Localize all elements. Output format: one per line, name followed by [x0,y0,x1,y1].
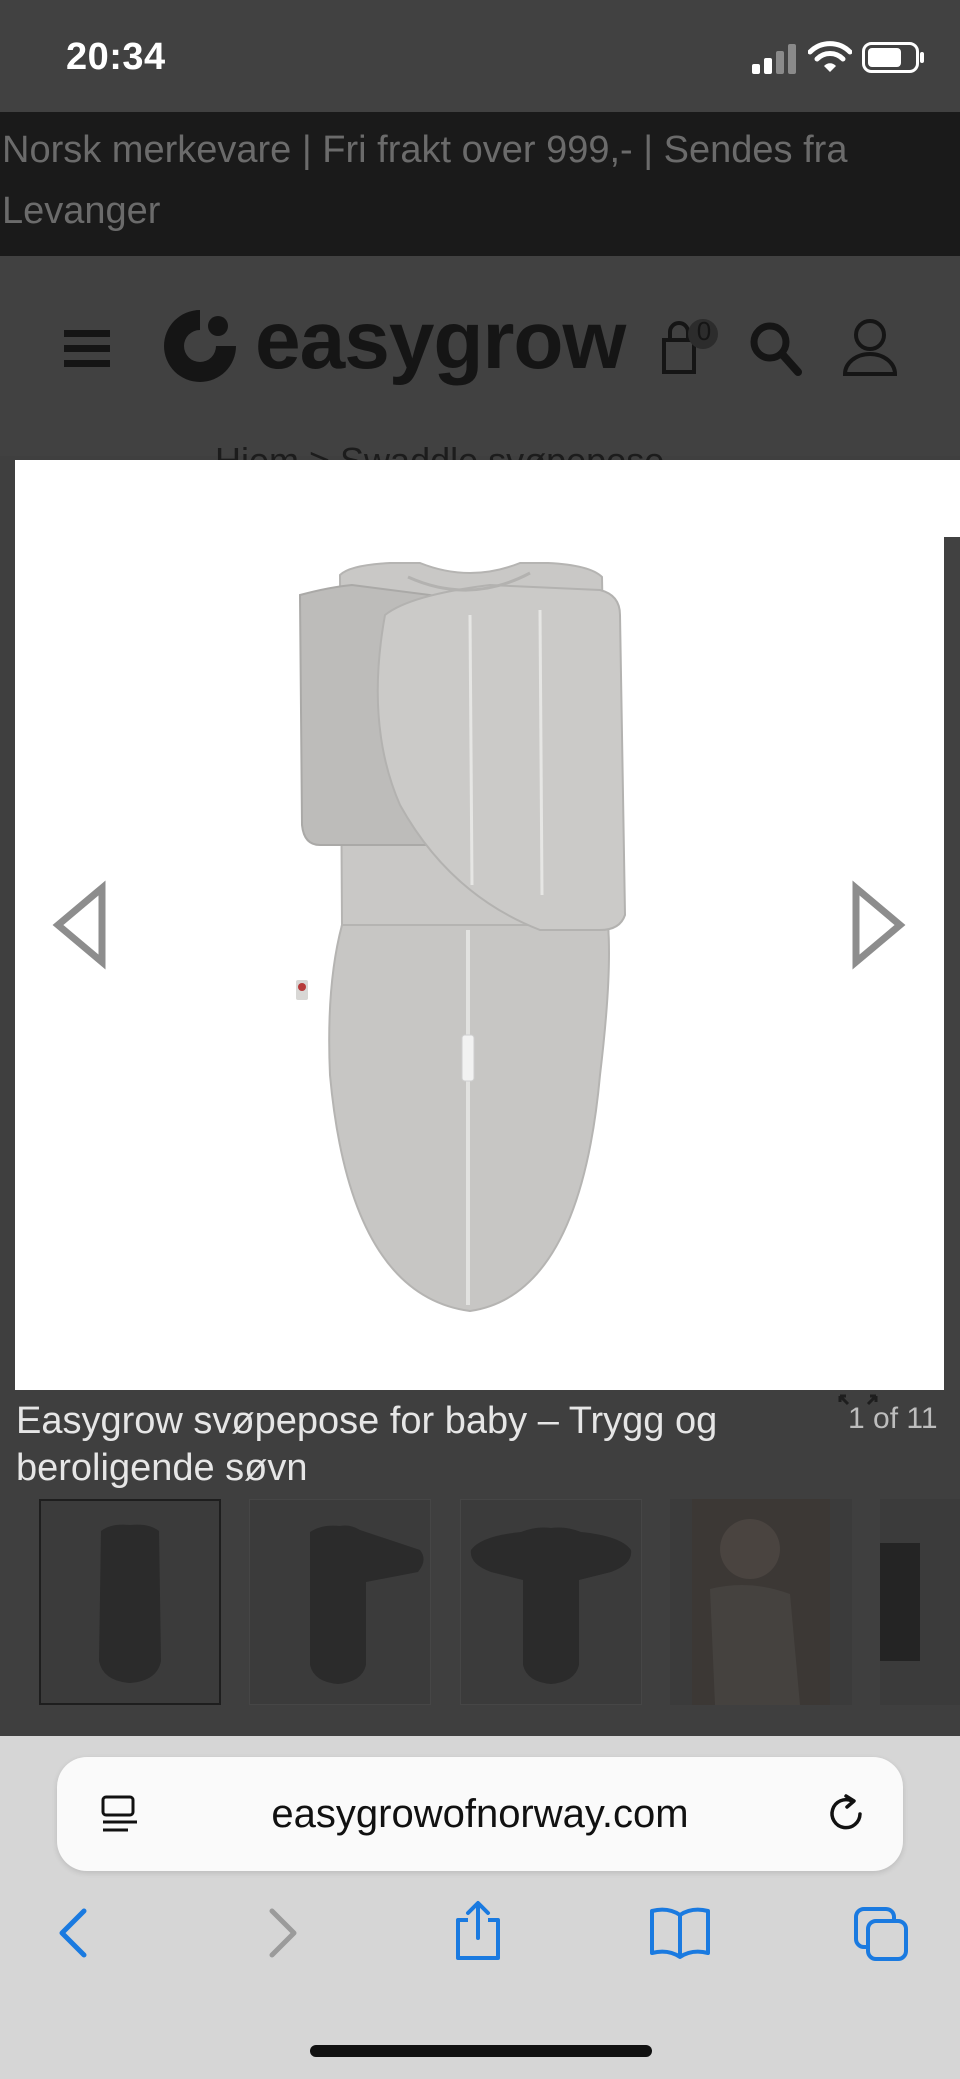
thumbnail-3[interactable] [460,1499,642,1705]
cellular-signal-icon [752,44,796,74]
thumbnail-4[interactable] [670,1499,852,1705]
lightbox-caption: Easygrow svøpepose for baby – Trygg og b… [16,1400,718,1489]
logo-wordmark[interactable]: easygrow [255,294,626,388]
thumbnail-partial [880,1543,920,1661]
forward-icon[interactable] [252,1905,308,1961]
search-icon[interactable] [748,320,802,376]
easygrow-logo-icon[interactable] [158,304,242,386]
account-icon[interactable] [842,318,898,376]
lightbox-scroll-rail [944,537,960,1390]
cart-count-badge: 0 [696,316,712,346]
thumbnail-swaddle-open-wings [470,1527,632,1684]
thumbnail-swaddle-open-side [310,1525,424,1684]
thumbnail-1[interactable] [39,1499,221,1705]
url-text[interactable]: easygrowofnorway.com [0,1792,960,1837]
status-time: 20:34 [66,36,166,78]
battery-icon [862,42,924,73]
thumbnail-5[interactable] [880,1499,960,1705]
announcement-text: Norsk merkevare | Fri frakt over 999,- |… [2,129,848,232]
wifi-icon [808,41,852,72]
previous-image-arrow-icon[interactable] [50,880,110,970]
bookmarks-icon[interactable] [648,1905,712,1961]
reload-icon[interactable] [824,1792,868,1836]
hamburger-menu-icon[interactable] [64,330,110,368]
thumbnail-baby-photo [692,1499,830,1705]
back-icon[interactable] [48,1905,104,1961]
product-image-swaddle[interactable] [290,555,650,1325]
share-icon[interactable] [450,1900,506,1962]
thumbnail-swaddle-front [99,1524,161,1683]
next-image-arrow-icon[interactable] [848,880,908,970]
home-indicator [310,2045,652,2057]
tabs-icon[interactable] [852,1905,912,1965]
thumbnail-2[interactable] [249,1499,431,1705]
image-counter: 1 of 11 [848,1402,938,1435]
